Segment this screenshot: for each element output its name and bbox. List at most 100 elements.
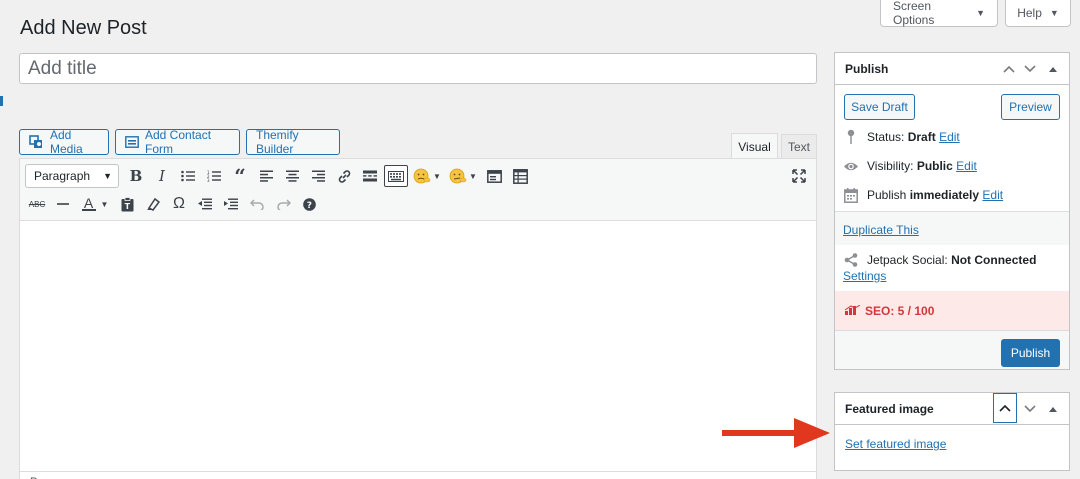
align-right-icon[interactable] [305,163,331,189]
italic-icon[interactable]: I [149,163,175,189]
svg-text:T: T [124,202,130,211]
screen-options-label: Screen Options [893,0,935,27]
form-icon [125,136,139,148]
table-icon[interactable] [507,163,533,189]
seo-score-label: SEO: 5 / 100 [865,303,935,318]
annotation-arrow-icon [722,418,830,448]
outdent-icon[interactable] [192,191,218,217]
jetpack-settings-link[interactable]: Settings [843,269,886,283]
publish-button-label: Publish [1010,346,1051,360]
status-value: Draft [907,130,936,144]
visibility-label: Visibility: [867,159,914,173]
paste-as-text-icon[interactable]: T [114,191,140,217]
publish-box: Publish Save Draft Preview Status: Draft… [834,52,1070,370]
caret-down-icon: ▼ [100,199,109,209]
preview-label: Preview [1009,100,1052,114]
add-media-label: Add Media [50,128,83,156]
editor-statusbar: P [20,471,816,479]
emoji-alt-icon[interactable]: ▼ [445,163,481,189]
move-up-icon[interactable] [993,393,1017,423]
add-media-button[interactable]: Add Media [19,128,109,156]
tab-text[interactable]: Text [781,134,817,159]
bold-icon[interactable]: B [123,163,149,189]
toolbar-row-2: ABC A ▼ T Ω ? [24,191,322,217]
caret-down-icon: ▼ [469,171,477,181]
keyboard-shortcuts-icon[interactable]: ? [296,191,322,217]
edit-schedule-link[interactable]: Edit [982,188,1003,202]
screen-options-button[interactable]: Screen Options ▼ [880,0,998,27]
tab-visual-label: Visual [738,139,771,154]
link-icon[interactable] [331,163,357,189]
caret-down-icon: ▼ [433,171,441,181]
tab-visual[interactable]: Visual [731,133,778,159]
jetpack-value: Not Connected [951,253,1037,267]
fullscreen-icon[interactable] [786,163,812,189]
format-select[interactable]: Paragraph ▼ [25,164,119,188]
help-label: Help [1017,6,1042,20]
undo-icon[interactable] [244,191,270,217]
visibility-value: Public [916,159,953,173]
featured-image-title: Featured image [845,401,934,416]
special-character-icon[interactable]: Ω [166,191,192,217]
bulleted-list-icon[interactable] [175,163,201,189]
seo-score-section[interactable]: SEO: 5 / 100 [835,291,1069,330]
jetpack-row: Jetpack Social: Not Connected [843,252,1036,268]
edit-visibility-link[interactable]: Edit [956,159,977,173]
visibility-row: Visibility: Public Edit [843,158,977,174]
add-contact-form-label: Add Contact Form [145,128,212,156]
featured-image-box: Featured image Set featured image [834,392,1070,471]
set-featured-image-link[interactable]: Set featured image [845,437,946,451]
caret-down-icon: ▼ [976,8,985,18]
horizontal-line-icon[interactable] [50,191,76,217]
text-color-icon[interactable]: A ▼ [76,191,114,217]
clear-formatting-icon[interactable] [140,191,166,217]
help-button[interactable]: Help ▼ [1005,0,1071,27]
move-down-icon[interactable] [1018,393,1042,425]
align-center-icon[interactable] [279,163,305,189]
toggle-panel-icon[interactable] [1041,53,1065,85]
numbered-list-icon[interactable]: 123 [201,163,227,189]
publish-box-title: Publish [845,61,889,76]
themify-builder-button[interactable]: Themify Builder [246,128,340,156]
move-down-icon[interactable] [1018,53,1042,85]
editor-toolbar: Paragraph ▼ B I 123 “ ▼ ▼ ABC A ▼ T Ω ? [20,159,816,221]
post-title-input[interactable] [19,53,817,84]
add-contact-form-button[interactable]: Add Contact Form [115,128,240,156]
indent-icon[interactable] [218,191,244,217]
themify-builder-label: Themify Builder [256,128,299,156]
embed-icon[interactable] [481,163,507,189]
publish-value: immediately [909,188,980,202]
seo-bars-icon [844,304,861,318]
caret-down-icon: ▼ [1049,8,1059,18]
align-left-icon[interactable] [253,163,279,189]
page-title: Add New Post [20,17,147,39]
save-draft-button[interactable]: Save Draft [844,94,915,120]
admin-menu-edge [0,96,3,106]
save-draft-label: Save Draft [851,100,908,114]
svg-text:?: ? [306,201,311,211]
publish-label: Publish [867,188,907,202]
tab-text-label: Text [787,140,810,154]
emoji-icon[interactable]: ▼ [409,163,445,189]
toolbar-row-1: Paragraph ▼ B I 123 “ ▼ ▼ [24,163,533,189]
redo-icon[interactable] [270,191,296,217]
duplicate-this-link[interactable]: Duplicate This [843,223,919,237]
jetpack-label: Jetpack Social: [867,253,948,267]
preview-button[interactable]: Preview [1001,94,1060,120]
calendar-icon [843,187,859,203]
svg-text:3: 3 [207,178,210,182]
toolbar-toggle-icon[interactable] [384,165,408,187]
read-more-icon[interactable] [357,163,383,189]
edit-status-link[interactable]: Edit [939,130,960,144]
duplicate-section: Duplicate This [835,211,1069,245]
toggle-panel-icon[interactable] [1041,393,1065,425]
schedule-row: Publish immediately Edit [843,187,1003,203]
publish-button[interactable]: Publish [1001,339,1060,367]
status-row: Status: Draft Edit [843,129,960,145]
media-icon [29,135,44,149]
strikethrough-icon[interactable]: ABC [24,191,50,217]
pin-icon [843,129,859,145]
caret-down-icon: ▼ [103,171,112,181]
post-content-editor[interactable]: Paragraph ▼ B I 123 “ ▼ ▼ ABC A ▼ T Ω ? [19,158,817,479]
blockquote-icon[interactable]: “ [227,163,253,189]
